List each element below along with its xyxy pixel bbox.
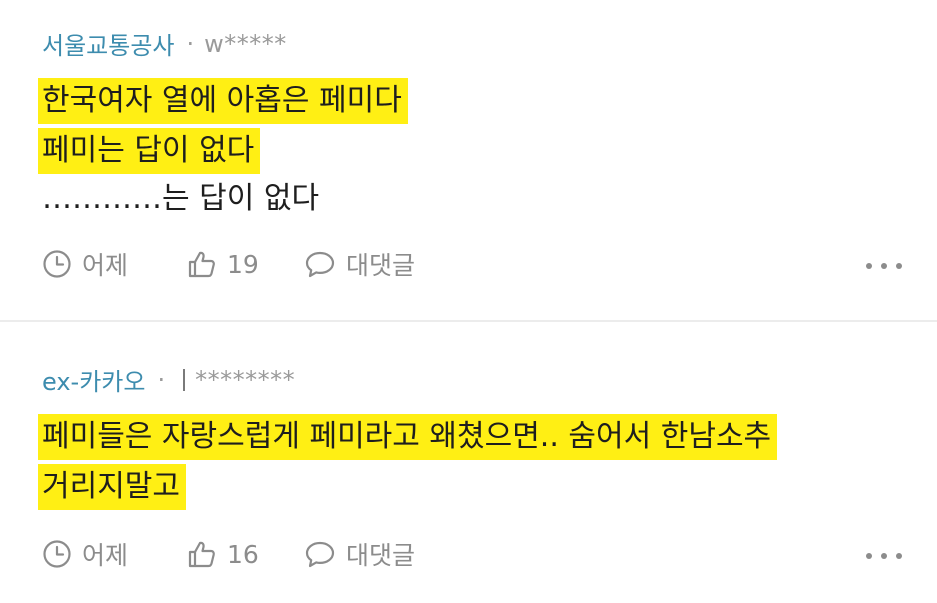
comment-text-line: 페미들은 자랑스럽게 페미라고 왜쳤으면.. 숨어서 한남소추 (38, 414, 778, 460)
comment-author[interactable]: 서울교통공사 (42, 26, 174, 61)
speech-bubble-icon (305, 541, 335, 568)
like-button[interactable]: 19 (187, 242, 259, 286)
more-icon[interactable] (866, 544, 902, 568)
meta-bar-separator (183, 368, 186, 391)
comment-author[interactable]: ex-카카오 (42, 362, 145, 397)
thumbs-up-icon (188, 541, 215, 568)
comment-user-id: ******** (195, 365, 296, 394)
comment-time-label: 어제 (82, 251, 129, 280)
thumbs-up-icon (188, 251, 215, 278)
more-dot (881, 553, 887, 559)
comment-timestamp: 어제 (42, 532, 128, 576)
comment-item: 서울교통공사 · w***** 한국여자 열에 아홉은 페미다 페미는 답이 없… (0, 0, 937, 320)
comment-user-id: w***** (204, 29, 287, 58)
comment-text-line: 한국여자 열에 아홉은 페미다 (38, 78, 408, 124)
reply-button[interactable]: 대댓글 (304, 242, 415, 286)
reply-button[interactable]: 대댓글 (304, 532, 415, 576)
comment-text-line: 거리지말고 (38, 464, 186, 510)
more-dot (896, 263, 902, 269)
comment-time-label: 어제 (82, 541, 129, 570)
like-button[interactable]: 16 (187, 532, 259, 576)
comment-text-line: 페미는 답이 없다 (38, 128, 261, 174)
meta-separator: · (186, 29, 195, 58)
comment-timestamp: 어제 (42, 242, 128, 286)
more-icon[interactable] (866, 254, 902, 278)
reply-label: 대댓글 (346, 251, 416, 280)
comment-actions: 어제 16 대댓글 (42, 532, 902, 576)
comment-item: ex-카카오 · ******** 페미들은 자랑스럽게 페미라고 왜쳤으면..… (0, 322, 937, 603)
more-dot (866, 553, 872, 559)
comment-meta: 서울교통공사 · w***** (42, 26, 287, 61)
more-dot (866, 263, 872, 269)
like-count: 16 (227, 539, 259, 569)
more-dot (881, 263, 887, 269)
more-dot (896, 553, 902, 559)
clock-icon (43, 540, 71, 568)
reply-label: 대댓글 (346, 541, 416, 570)
like-count: 19 (227, 249, 259, 279)
meta-separator: · (157, 365, 166, 394)
speech-bubble-icon (305, 251, 335, 278)
comment-meta: ex-카카오 · ******** (42, 362, 295, 397)
comment-text-line: …………는 답이 없다 (42, 181, 320, 216)
comment-actions: 어제 19 대댓글 (42, 242, 902, 286)
clock-icon (43, 250, 71, 278)
